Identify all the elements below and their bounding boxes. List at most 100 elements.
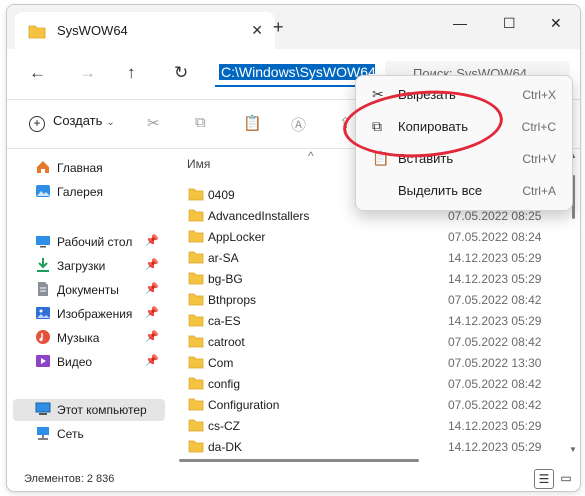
file-date: 07.05.2022 08:42 [448, 293, 542, 307]
file-name: ca-ES [208, 314, 241, 328]
pin-icon[interactable]: 📌 [145, 306, 159, 319]
file-name: bg-BG [208, 272, 243, 286]
navigation-pane: Главная Галерея Рабочий стол 📌 Загрузки … [7, 149, 167, 461]
folder-icon [188, 293, 204, 309]
folder-icon [188, 440, 204, 456]
file-date: 07.05.2022 08:24 [448, 230, 542, 244]
pin-icon[interactable]: 📌 [145, 354, 159, 367]
maximize-button[interactable]: ☐ [503, 15, 516, 32]
up-icon[interactable]: ↑ [127, 63, 136, 83]
file-date: 14.12.2023 05:29 [448, 419, 542, 433]
create-label: Создать [53, 113, 103, 128]
sidebar-item-video[interactable]: Видео 📌 [13, 351, 165, 373]
menu-item-select-all[interactable]: Выделить все Ctrl+A [360, 174, 568, 206]
pin-icon[interactable]: 📌 [145, 234, 159, 247]
folder-icon [188, 419, 204, 435]
cut-icon[interactable]: ✂ [147, 114, 160, 132]
sidebar-item-label: Рабочий стол [57, 235, 133, 249]
item-count: Элементов: 2 836 [24, 473, 115, 485]
title-bar: SysWOW64 ✕ + — ☐ ✕ [7, 5, 580, 49]
file-date: 14.12.2023 05:29 [448, 440, 542, 454]
tab-close-icon[interactable]: ✕ [251, 22, 263, 39]
paste-toolbar-icon[interactable]: 📋 [243, 114, 262, 132]
refresh-icon[interactable]: ↻ [174, 63, 188, 83]
file-name: catroot [208, 335, 245, 349]
table-row[interactable]: bg-BG 14.12.2023 05:29 [172, 268, 570, 289]
sidebar-item-label: Загрузки [57, 259, 106, 273]
table-row[interactable]: ca-ES 14.12.2023 05:29 [172, 310, 570, 331]
close-button[interactable]: ✕ [550, 15, 562, 32]
file-name: da-DK [208, 440, 243, 454]
folder-icon [188, 398, 204, 414]
sidebar-item-music[interactable]: Музыка 📌 [13, 327, 165, 349]
file-name: Bthprops [208, 293, 257, 307]
table-row[interactable]: AppLocker 07.05.2022 08:24 [172, 226, 570, 247]
pin-icon[interactable]: 📌 [145, 330, 159, 343]
sidebar-item-desktop[interactable]: Рабочий стол 📌 [13, 231, 165, 253]
back-icon[interactable]: ← [29, 63, 46, 83]
sidebar-item-home[interactable]: Главная [13, 157, 165, 179]
tab-syswow64[interactable]: SysWOW64 ✕ [15, 12, 275, 49]
sidebar-item-downloads[interactable]: Загрузки 📌 [13, 255, 165, 277]
table-row[interactable]: cs-CZ 14.12.2023 05:29 [172, 415, 570, 436]
file-name: cs-CZ [208, 419, 240, 433]
sidebar-item-network[interactable]: Сеть [13, 423, 165, 445]
video-icon [36, 355, 50, 367]
column-header-name[interactable]: Имя [187, 157, 210, 171]
menu-item-label: Выделить все [398, 183, 483, 198]
copy-toolbar-icon[interactable]: ⧉ [195, 114, 206, 131]
network-icon [37, 427, 49, 440]
table-row[interactable]: catroot 07.05.2022 08:42 [172, 331, 570, 352]
sidebar-item-label: Музыка [57, 331, 100, 345]
table-row[interactable]: da-DK 14.12.2023 05:29 [172, 436, 570, 457]
details-view-icon[interactable]: ☰ [534, 469, 554, 489]
minimize-button[interactable]: — [453, 15, 467, 31]
status-bar: Элементов: 2 836 ☰ ▭ [7, 463, 580, 491]
file-name: AdvancedInstallers [208, 209, 310, 223]
file-date: 07.05.2022 13:30 [448, 356, 542, 370]
pin-icon[interactable]: 📌 [145, 282, 159, 295]
tiles-view-icon[interactable]: ▭ [557, 469, 575, 487]
file-date: 14.12.2023 05:29 [448, 314, 542, 328]
plus-icon: + [29, 116, 45, 132]
file-name: Com [208, 356, 234, 370]
folder-icon [188, 230, 204, 246]
sidebar-item-pictures[interactable]: Изображения 📌 [13, 303, 165, 325]
computer-icon [35, 402, 51, 415]
table-row[interactable]: Configuration 07.05.2022 08:42 [172, 394, 570, 415]
address-path: C:\Windows\SysWOW64 [219, 64, 375, 80]
sidebar-item-gallery[interactable]: Галерея [13, 181, 165, 203]
new-tab-button[interactable]: + [273, 18, 284, 36]
scroll-down-icon[interactable]: ▼ [569, 445, 577, 454]
menu-item-shortcut: Ctrl+A [522, 184, 556, 198]
file-date: 07.05.2022 08:42 [448, 398, 542, 412]
sidebar-item-documents[interactable]: Документы 📌 [13, 279, 165, 301]
pin-icon[interactable]: 📌 [145, 258, 159, 271]
sidebar-item-label: Изображения [57, 307, 133, 321]
folder-icon [188, 335, 204, 351]
rename-icon[interactable]: Ⓐ [291, 114, 306, 135]
desktop-icon [36, 236, 50, 248]
file-name: 0409 [208, 188, 235, 202]
sidebar-item-label: Документы [57, 283, 119, 297]
folder-icon [188, 377, 204, 393]
horizontal-scrollbar[interactable] [179, 459, 419, 462]
sidebar-item-this-pc[interactable]: Этот компьютер [13, 399, 165, 421]
sidebar-item-label: Видео [57, 355, 93, 369]
menu-item-shortcut: Ctrl+X [522, 88, 556, 102]
file-name: AppLocker [208, 230, 266, 244]
table-row[interactable]: Com 07.05.2022 13:30 [172, 352, 570, 373]
download-icon [37, 258, 49, 272]
home-icon [37, 161, 49, 173]
file-date: 14.12.2023 05:29 [448, 251, 542, 265]
file-name: Configuration [208, 398, 280, 412]
sidebar-item-label: Этот компьютер [57, 403, 147, 417]
forward-icon[interactable]: → [79, 63, 96, 83]
address-input[interactable]: C:\Windows\SysWOW64 [215, 61, 375, 87]
file-date: 07.05.2022 08:25 [448, 209, 542, 223]
table-row[interactable]: config 07.05.2022 08:42 [172, 373, 570, 394]
folder-icon [188, 356, 204, 372]
create-button[interactable]: + Создать ⌄ [29, 113, 115, 132]
table-row[interactable]: Bthprops 07.05.2022 08:42 [172, 289, 570, 310]
table-row[interactable]: ar-SA 14.12.2023 05:29 [172, 247, 570, 268]
